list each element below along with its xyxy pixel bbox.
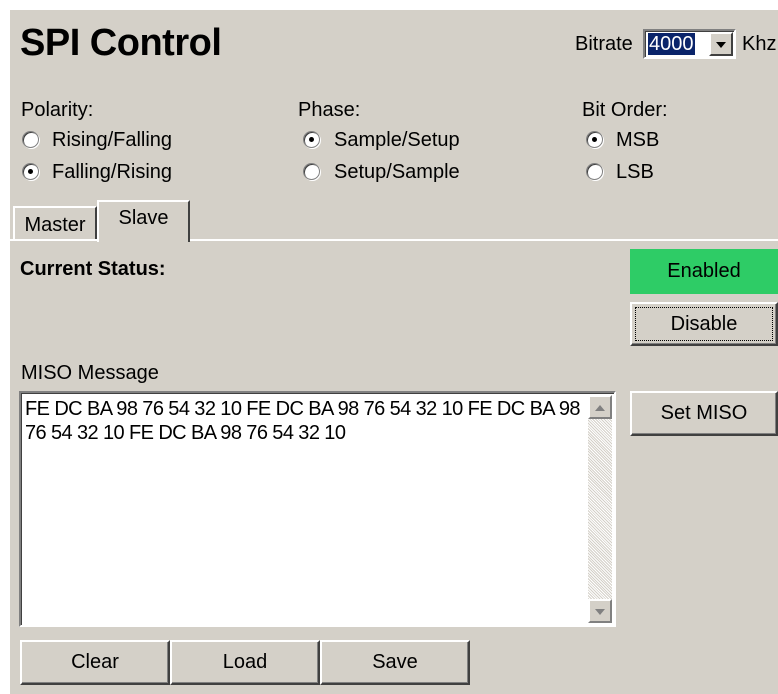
polarity-rising-falling-radio[interactable]	[22, 131, 39, 148]
polarity-label: Polarity:	[21, 99, 94, 121]
bitrate-dropdown-button[interactable]	[709, 32, 733, 56]
phase-label: Phase:	[298, 99, 361, 121]
phase-option-label: Sample/Setup	[334, 129, 460, 151]
bitrate-unit-label: Khz	[742, 33, 777, 55]
scroll-up-button[interactable]	[588, 395, 612, 419]
scroll-down-button[interactable]	[588, 599, 612, 623]
bit-order-lsb-radio[interactable]	[586, 163, 603, 180]
spi-control-window: SPI Control Bitrate 4000 Khz Polarity: R…	[0, 0, 778, 694]
load-button[interactable]: Load	[170, 640, 320, 685]
set-miso-button[interactable]: Set MISO	[630, 391, 778, 436]
phase-option-label: Setup/Sample	[334, 161, 460, 183]
bit-order-label: Bit Order:	[582, 99, 668, 121]
save-button[interactable]: Save	[320, 640, 470, 685]
miso-message-text: FE DC BA 98 76 54 32 10 FE DC BA 98 76 5…	[25, 398, 581, 444]
chevron-down-icon	[716, 42, 726, 48]
status-badge: Enabled	[630, 249, 778, 294]
radio-selected-dot	[28, 169, 33, 174]
bit-order-msb-radio[interactable]	[586, 131, 603, 148]
bitrate-label: Bitrate	[575, 33, 633, 55]
miso-message-textarea[interactable]: FE DC BA 98 76 54 32 10 FE DC BA 98 76 5…	[19, 391, 616, 627]
page-title: SPI Control	[20, 22, 222, 64]
bit-order-option-label: MSB	[616, 129, 660, 151]
miso-message-label: MISO Message	[21, 362, 159, 384]
radio-selected-dot	[592, 137, 597, 142]
scroll-up-arrow-icon	[595, 405, 605, 411]
bitrate-value: 4000	[648, 33, 695, 55]
bitrate-select[interactable]: 4000	[643, 29, 736, 59]
tab-slave[interactable]: Slave	[97, 200, 190, 242]
tab-master[interactable]: Master	[13, 206, 97, 239]
polarity-option-label: Rising/Falling	[52, 129, 173, 151]
bit-order-option-label: LSB	[616, 161, 654, 183]
polarity-option-label: Falling/Rising	[52, 161, 173, 183]
phase-sample-setup-radio[interactable]	[303, 131, 320, 148]
disable-button[interactable]: Disable	[630, 302, 778, 346]
phase-setup-sample-radio[interactable]	[303, 163, 320, 180]
scroll-down-arrow-icon	[595, 609, 605, 615]
current-status-label: Current Status:	[20, 258, 166, 280]
polarity-falling-rising-radio[interactable]	[22, 163, 39, 180]
vertical-scrollbar[interactable]	[588, 395, 612, 623]
clear-button[interactable]: Clear	[20, 640, 170, 685]
radio-selected-dot	[309, 137, 314, 142]
